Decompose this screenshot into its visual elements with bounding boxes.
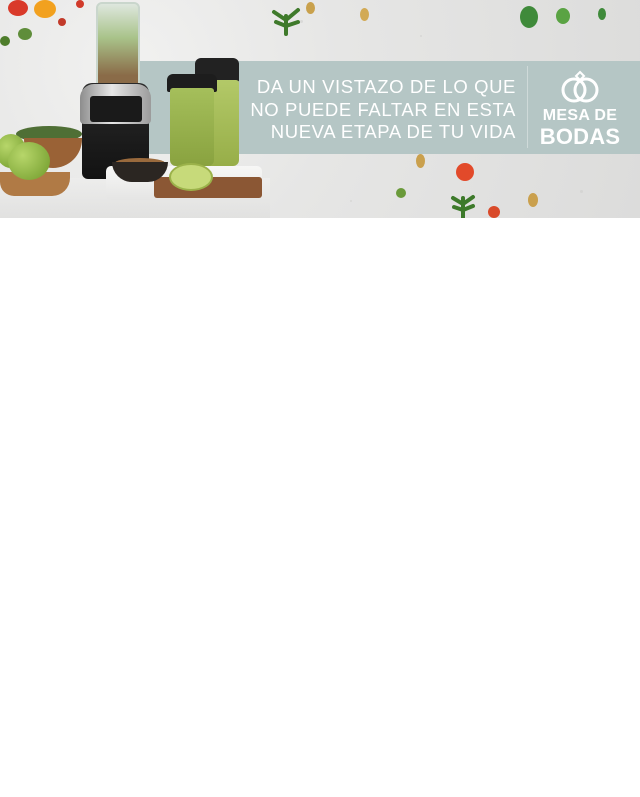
parsley-icon — [272, 8, 300, 36]
apple-slice — [169, 163, 213, 191]
orange-slice-icon — [34, 0, 56, 18]
spinach-leaf-icon — [556, 8, 570, 24]
almond-icon — [416, 154, 425, 168]
tomato-icon — [488, 206, 500, 218]
smoothie-cup — [170, 88, 214, 166]
blender-jar — [96, 2, 140, 90]
berry-icon — [58, 18, 66, 26]
logo-text-line1: MESA DE — [542, 107, 618, 124]
broccoli-icon — [396, 188, 406, 198]
almond-icon — [306, 2, 315, 14]
texture-speck — [350, 200, 352, 202]
wedding-rings-icon — [561, 70, 599, 103]
spinach-leaf-icon — [520, 6, 538, 28]
almond-icon — [528, 193, 538, 207]
berry-icon — [76, 0, 84, 8]
kale-leaf-icon — [451, 195, 475, 218]
tomato-icon — [8, 0, 28, 16]
almond-icon — [360, 8, 369, 21]
green-apple — [8, 142, 50, 180]
texture-speck — [580, 190, 583, 193]
ribbon-divider — [527, 66, 528, 148]
leaf-icon — [0, 36, 10, 46]
texture-speck — [420, 35, 422, 37]
blender-control-panel — [90, 96, 142, 122]
promo-banner[interactable]: DA UN VISTAZO DE LO QUE NO PUEDE FALTAR … — [0, 0, 640, 218]
leaf-icon — [598, 8, 606, 20]
logo-text-line2: BODAS — [539, 124, 621, 149]
broccoli-icon — [18, 28, 32, 40]
mesa-de-bodas-logo: MESA DE BODAS — [538, 68, 622, 150]
tomato-icon — [456, 163, 474, 181]
